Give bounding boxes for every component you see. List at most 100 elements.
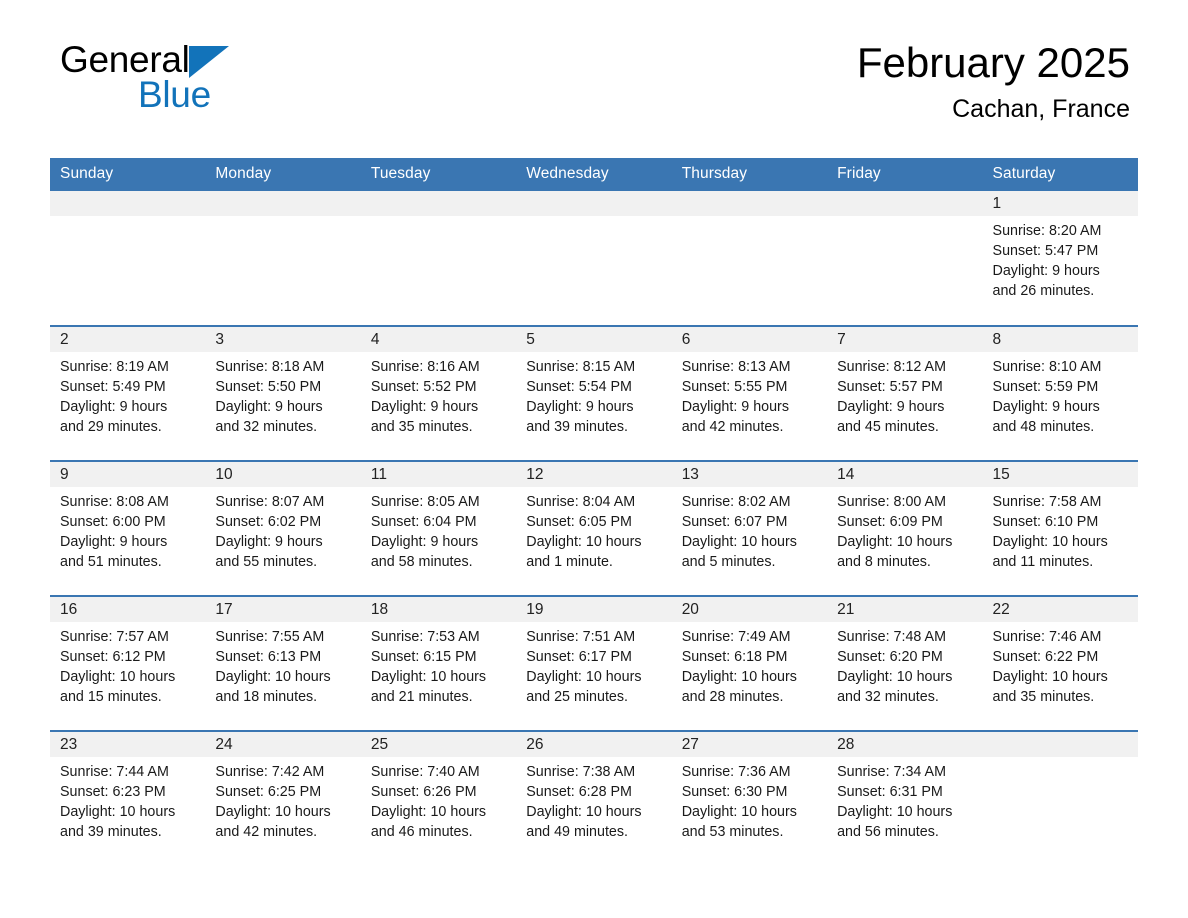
daylight-duration-line1: Daylight: 10 hours — [526, 804, 642, 820]
daylight-duration-line2: and 32 minutes. — [837, 689, 939, 705]
calendar-day-cell[interactable]: 28 Sunrise: 7:34 AM Sunset: 6:31 PM Dayligh… — [827, 730, 983, 866]
sunrise-time: Sunrise: 7:53 AM — [370, 629, 480, 645]
day-details: Sunrise: 8:19 AM Sunset: 5:49 PM Daylight:… — [50, 352, 205, 437]
calendar-day-cell[interactable]: 19 Sunrise: 7:51 AM Sunset: 6:17 PM Dayligh… — [516, 595, 672, 731]
weekday-header-saturday: Saturday — [982, 158, 1138, 191]
sunrise-time: Sunrise: 8:02 AM — [681, 494, 791, 510]
sunset-time: Sunset: 5:55 PM — [681, 379, 788, 395]
daylight-duration-line2: and 46 minutes. — [370, 824, 473, 840]
calendar-day-cell[interactable]: 12 Sunrise: 8:04 AM Sunset: 6:05 PM Dayligh… — [516, 460, 672, 596]
calendar-day-cell[interactable]: 26 Sunrise: 7:38 AM Sunset: 6:28 PM Dayligh… — [516, 730, 672, 866]
day-number: 21 — [827, 597, 983, 622]
day-details: Sunrise: 7:53 AM Sunset: 6:15 PM Daylight:… — [361, 622, 516, 707]
calendar-day-cell[interactable]: 21 Sunrise: 7:48 AM Sunset: 6:20 PM Dayligh… — [827, 595, 983, 731]
day-number: 23 — [50, 732, 206, 757]
logo-wordmark-general: General — [60, 40, 380, 80]
calendar-day-cell[interactable]: 17 Sunrise: 7:55 AM Sunset: 6:13 PM Dayligh… — [205, 595, 361, 731]
weekday-header-monday: Monday — [205, 158, 361, 191]
sunrise-time: Sunrise: 8:08 AM — [60, 494, 169, 510]
calendar-day-cell[interactable]: 14 Sunrise: 8:00 AM Sunset: 6:09 PM Dayligh… — [827, 460, 983, 596]
daylight-duration-line2: and 29 minutes. — [60, 419, 162, 435]
sunset-time: Sunset: 6:04 PM — [370, 514, 477, 530]
sunset-time: Sunset: 6:09 PM — [837, 514, 943, 530]
sunset-time: Sunset: 5:52 PM — [370, 379, 477, 395]
daylight-duration-line2: and 5 minutes. — [681, 554, 776, 570]
day-number — [50, 191, 206, 216]
daylight-duration-line1: Daylight: 10 hours — [526, 669, 642, 685]
weekday-header-thursday: Thursday — [671, 158, 828, 191]
calendar-day-cell[interactable]: 8 Sunrise: 8:10 AM Sunset: 5:59 PM Daylight… — [982, 325, 1138, 461]
daylight-duration-line1: Daylight: 10 hours — [681, 534, 797, 550]
calendar-day-cell[interactable]: 23 Sunrise: 7:44 AM Sunset: 6:23 PM Dayligh… — [50, 730, 206, 866]
sunrise-time: Sunrise: 7:49 AM — [681, 629, 791, 645]
calendar-day-cell[interactable]: 24 Sunrise: 7:42 AM Sunset: 6:25 PM Dayligh… — [205, 730, 361, 866]
sunrise-time: Sunrise: 7:57 AM — [60, 629, 169, 645]
calendar-day-cell[interactable]: 10 Sunrise: 8:07 AM Sunset: 6:02 PM Dayligh… — [205, 460, 361, 596]
weekday-header-friday: Friday — [827, 158, 983, 191]
generalblue-logo[interactable]: General Blue — [60, 40, 380, 118]
calendar-day-cell[interactable]: 11 Sunrise: 8:05 AM Sunset: 6:04 PM Dayligh… — [360, 460, 517, 596]
calendar-day-cell[interactable]: 15 Sunrise: 7:58 AM Sunset: 6:10 PM Dayligh… — [982, 460, 1138, 596]
day-number: 15 — [982, 462, 1138, 487]
day-number: 17 — [205, 597, 361, 622]
calendar-day-cell[interactable]: 2 Sunrise: 8:19 AM Sunset: 5:49 PM Daylight… — [50, 325, 206, 461]
sunrise-time: Sunrise: 8:07 AM — [215, 494, 325, 510]
daylight-duration-line2: and 21 minutes. — [370, 689, 473, 705]
calendar-day-cell[interactable]: 6 Sunrise: 8:13 AM Sunset: 5:55 PM Daylight… — [671, 325, 828, 461]
calendar-day-cell[interactable]: 9 Sunrise: 8:08 AM Sunset: 6:00 PM Daylight… — [50, 460, 206, 596]
sunset-time: Sunset: 5:57 PM — [837, 379, 943, 395]
daylight-duration-line1: Daylight: 10 hours — [681, 669, 797, 685]
calendar-day-cell[interactable]: 22 Sunrise: 7:46 AM Sunset: 6:22 PM Dayligh… — [982, 595, 1138, 731]
page-subtitle-location: Cachan, France — [952, 95, 1130, 123]
sunset-time: Sunset: 6:30 PM — [681, 784, 788, 800]
daylight-duration-line2: and 55 minutes. — [215, 554, 318, 570]
calendar-day-cell[interactable]: 13 Sunrise: 8:02 AM Sunset: 6:07 PM Dayligh… — [671, 460, 828, 596]
sunset-time: Sunset: 6:28 PM — [526, 784, 632, 800]
day-number: 3 — [205, 327, 361, 352]
calendar-day-cell[interactable]: 4 Sunrise: 8:16 AM Sunset: 5:52 PM Daylight… — [360, 325, 517, 461]
calendar-day-cell[interactable]: 20 Sunrise: 7:49 AM Sunset: 6:18 PM Dayligh… — [671, 595, 828, 731]
sunrise-time: Sunrise: 8:16 AM — [370, 359, 480, 375]
calendar-day-cell[interactable]: 1 Sunrise: 8:20 AM Sunset: 5:47 PM Daylight… — [982, 191, 1138, 326]
calendar-day-cell[interactable]: 18 Sunrise: 7:53 AM Sunset: 6:15 PM Dayligh… — [360, 595, 517, 731]
day-details: Sunrise: 7:38 AM Sunset: 6:28 PM Daylight:… — [516, 757, 671, 842]
page-title: February 2025 — [856, 39, 1130, 86]
sunrise-time: Sunrise: 8:04 AM — [526, 494, 636, 510]
day-details: Sunrise: 8:13 AM Sunset: 5:55 PM Daylight:… — [672, 352, 827, 437]
day-number — [516, 191, 672, 216]
sunset-time: Sunset: 6:17 PM — [526, 649, 632, 665]
day-details: Sunrise: 8:10 AM Sunset: 5:59 PM Daylight:… — [983, 352, 1138, 437]
sunset-time: Sunset: 5:59 PM — [992, 379, 1099, 395]
daylight-duration-line1: Daylight: 9 hours — [370, 399, 479, 415]
daylight-duration-line2: and 28 minutes. — [681, 689, 784, 705]
logo-text-general: General — [60, 39, 190, 80]
calendar-day-cell[interactable]: 27 Sunrise: 7:36 AM Sunset: 6:30 PM Dayligh… — [671, 730, 828, 866]
calendar-day-cell[interactable]: 25 Sunrise: 7:40 AM Sunset: 6:26 PM Dayligh… — [360, 730, 517, 866]
day-number: 13 — [671, 462, 828, 487]
day-details: Sunrise: 7:34 AM Sunset: 6:31 PM Daylight:… — [827, 757, 982, 842]
daylight-duration-line1: Daylight: 10 hours — [215, 669, 331, 685]
daylight-duration-line1: Daylight: 9 hours — [681, 399, 789, 415]
sunrise-time: Sunrise: 7:58 AM — [992, 494, 1102, 510]
sunrise-time: Sunrise: 8:10 AM — [992, 359, 1102, 375]
sunset-time: Sunset: 6:07 PM — [681, 514, 788, 530]
day-number: 5 — [516, 327, 672, 352]
daylight-duration-line2: and 53 minutes. — [681, 824, 784, 840]
daylight-duration-line1: Daylight: 9 hours — [370, 534, 479, 550]
calendar-day-cell[interactable]: 5 Sunrise: 8:15 AM Sunset: 5:54 PM Daylight… — [516, 325, 672, 461]
daylight-duration-line2: and 49 minutes. — [526, 824, 628, 840]
day-number: 14 — [827, 462, 983, 487]
day-number: 4 — [360, 327, 517, 352]
sunrise-time: Sunrise: 8:18 AM — [215, 359, 325, 375]
calendar-day-cell[interactable]: 16 Sunrise: 7:57 AM Sunset: 6:12 PM Dayligh… — [50, 595, 206, 731]
daylight-duration-line1: Daylight: 10 hours — [370, 804, 487, 820]
daylight-duration-line1: Daylight: 9 hours — [215, 534, 323, 550]
calendar-day-cell[interactable]: 3 Sunrise: 8:18 AM Sunset: 5:50 PM Daylight… — [205, 325, 361, 461]
sunset-time: Sunset: 6:13 PM — [215, 649, 322, 665]
sunrise-time: Sunrise: 7:48 AM — [837, 629, 946, 645]
day-details: Sunrise: 7:48 AM Sunset: 6:20 PM Daylight:… — [827, 622, 982, 707]
calendar-page: General Blue February 2025 Cachan, Franc… — [0, 0, 1188, 918]
day-number: 9 — [50, 462, 206, 487]
day-number: 16 — [50, 597, 206, 622]
calendar-day-cell[interactable]: 7 Sunrise: 8:12 AM Sunset: 5:57 PM Daylight… — [827, 325, 983, 461]
